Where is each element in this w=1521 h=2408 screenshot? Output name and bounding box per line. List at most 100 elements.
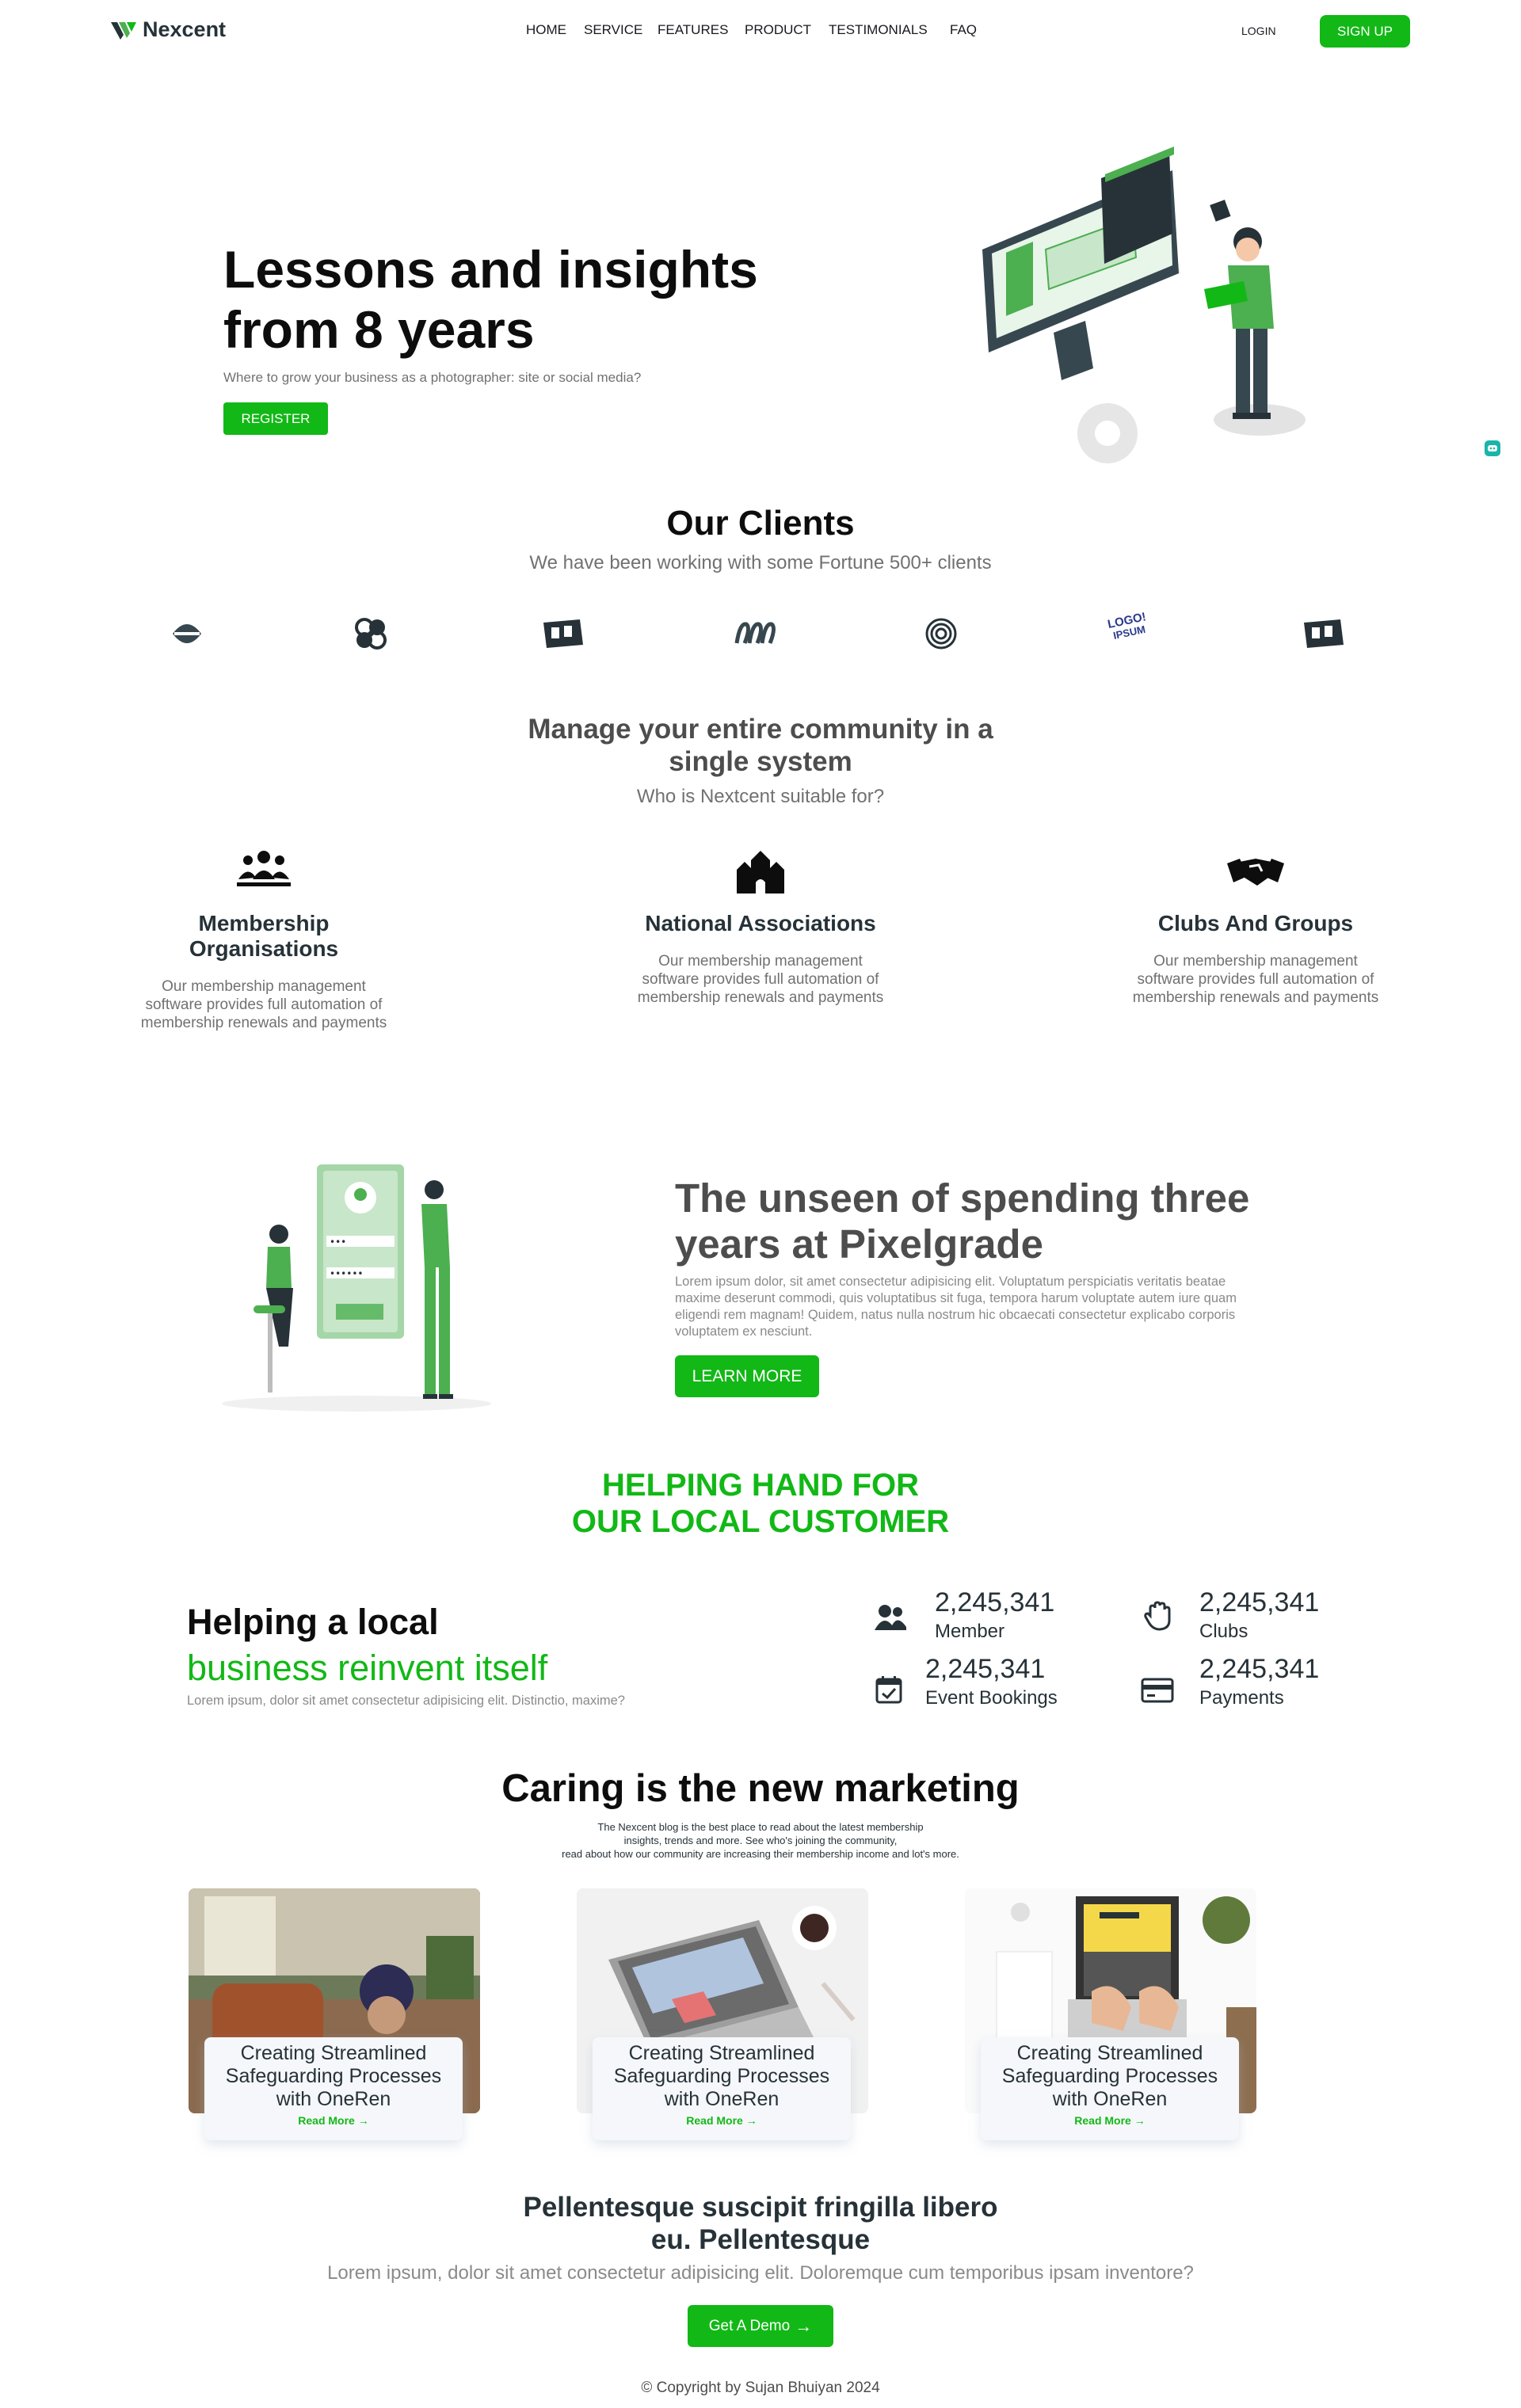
blog-intro-line1: The Nexcent blog is the best place to re… [597, 1821, 924, 1833]
community-subtitle: Who is Nextcent suitable for? [636, 786, 885, 807]
read-more-label: Read More [1074, 2114, 1131, 2127]
members-icon [875, 1605, 906, 1630]
blog-card-title-line2: Safeguarding Processes [225, 2065, 442, 2087]
community-title-line2: single system [669, 746, 852, 777]
client-logo-7-icon [1304, 619, 1344, 648]
nav-home[interactable]: HOME [526, 22, 566, 38]
clients-subtitle: We have been working with some Fortune 5… [529, 552, 992, 573]
blog-card-title-line3: with OneRen [664, 2088, 780, 2110]
card-text-line3: membership renewals and payments [637, 989, 884, 1006]
blog-card[interactable]: Creating Streamlined Safeguarding Proces… [204, 2037, 463, 2140]
chat-widget-button[interactable] [1485, 440, 1500, 456]
stat-value: 2,245,341 [1199, 1587, 1320, 1617]
nexcent-logo-icon [111, 21, 136, 40]
community-card: Clubs And Groups Our membership manageme… [1109, 848, 1402, 1007]
stat-value: 2,245,341 [935, 1587, 1055, 1617]
arrow-right-icon: → [1134, 2114, 1146, 2127]
stat-label: Clubs [1199, 1621, 1248, 1642]
get-demo-button[interactable]: Get A Demo → [688, 2305, 833, 2347]
unseen-illustration: ••• •••••• [222, 1164, 491, 1412]
read-more-link[interactable]: Read More → [204, 2114, 463, 2127]
card-text-line2: software provides full automation of [145, 996, 383, 1013]
blog-card-title-line2: Safeguarding Processes [613, 2065, 830, 2087]
get-demo-label: Get A Demo [708, 2317, 791, 2334]
copyright-icon: © [641, 2379, 653, 2396]
cta-title-line2: eu. Pellentesque [650, 2224, 871, 2255]
blog-intro-line3: read about how our community are increas… [562, 1848, 959, 1860]
card-text-line3: membership renewals and payments [140, 1015, 387, 1031]
unseen-title: The unseen of spending three years at Pi… [675, 1175, 1249, 1267]
arrow-right-icon: → [795, 2315, 813, 2336]
nav-faq[interactable]: FAQ [950, 22, 977, 38]
stat-value: 2,245,341 [1199, 1654, 1320, 1684]
card-title-line1: National Associations [645, 911, 876, 935]
clients-title: Our Clients [666, 504, 855, 543]
read-more-link[interactable]: Read More → [981, 2114, 1239, 2127]
learn-more-button[interactable]: LEARN MORE [675, 1355, 819, 1397]
blog-card-title-line1: Creating Streamlined [1016, 2042, 1203, 2064]
nav-testimonials[interactable]: TESTIMONIALS [829, 22, 928, 38]
stat-label: Member [935, 1621, 1005, 1642]
community-title-line1: Manage your entire community in a [528, 714, 993, 745]
blog-card-title-line1: Creating Streamlined [240, 2042, 427, 2064]
blog-card[interactable]: Creating Streamlined Safeguarding Proces… [593, 2037, 851, 2140]
blog-card-title-line3: with OneRen [1052, 2088, 1168, 2110]
read-more-label: Read More [298, 2114, 355, 2127]
register-button[interactable]: REGISTER [223, 402, 328, 435]
unseen-title-line2: years at Pixelgrade [675, 1221, 1043, 1267]
blog-intro: The Nexcent blog is the best place to re… [0, 1820, 1521, 1861]
client-logo-3-icon [543, 619, 583, 648]
card-title-line1: Membership [198, 911, 330, 935]
client-logo-4-icon [734, 622, 776, 644]
hero-title-line1: Lessons and insights [223, 240, 758, 299]
card-text-line1: Our membership management [162, 978, 366, 995]
brand-logo[interactable]: Nexcent [109, 17, 226, 42]
people-group-icon [237, 851, 291, 886]
calendar-check-icon [875, 1676, 902, 1704]
login-link[interactable]: LOGIN [1241, 25, 1276, 37]
signup-button[interactable]: SIGN UP [1320, 15, 1410, 48]
card-title-line2: Organisations [189, 936, 339, 961]
payment-card-icon [1141, 1678, 1174, 1703]
brand-name: Nexcent [143, 17, 227, 41]
chat-bot-icon [1488, 445, 1497, 452]
arrow-right-icon: → [357, 2114, 369, 2127]
helping-title-line2: OUR LOCAL CUSTOMER [571, 1504, 950, 1539]
card-text-line2: software provides full automation of [642, 971, 879, 988]
unseen-text-line4: voluptatem ex nesciunt. [675, 1324, 813, 1339]
nav-features[interactable]: FEATURES [658, 22, 728, 38]
footer: © Copyright by Sujan Bhuiyan 2024 [0, 2379, 1521, 2397]
card-text-line2: software provides full automation of [1137, 971, 1374, 988]
stat-label: Event Bookings [925, 1687, 1058, 1709]
client-logo-1-icon [173, 624, 201, 643]
hero-illustration [982, 147, 1306, 463]
svg-text:•••: ••• [330, 1236, 346, 1248]
arrow-right-icon: → [745, 2114, 757, 2127]
community-card: Membership Organisations Our membership … [117, 848, 410, 1032]
read-more-link[interactable]: Read More → [593, 2114, 851, 2127]
client-logo-5-icon [925, 618, 957, 650]
client-logo-6-icon: LOGO! IPSUM [1103, 610, 1154, 643]
blog-card[interactable]: Creating Streamlined Safeguarding Proces… [981, 2037, 1239, 2140]
card-text-line1: Our membership management [1153, 953, 1358, 970]
stats-title-line2: business reinvent itself [187, 1648, 548, 1688]
blog-title: Caring is the new marketing [501, 1767, 1020, 1810]
nav-product[interactable]: PRODUCT [745, 22, 811, 38]
client-logo-2-icon [355, 618, 387, 650]
blog-intro-line2: insights, trends and more. See who's joi… [623, 1835, 898, 1846]
cta-title: Pellentesque suscipit fringilla libero e… [0, 2191, 1521, 2256]
stats-title-line1: Helping a local [187, 1602, 439, 1642]
unseen-title-line1: The unseen of spending three [675, 1175, 1250, 1221]
handshake-icon [1227, 859, 1284, 886]
unseen-text-line1: Lorem ipsum dolor, sit amet consectetur … [675, 1274, 1226, 1289]
unseen-text-line3: eligendi rem magnam! Quidem, natus nulla… [675, 1308, 1236, 1322]
blog-card-title-line2: Safeguarding Processes [1001, 2065, 1218, 2087]
card-text-line3: membership renewals and payments [1132, 989, 1379, 1006]
svg-text:••••••: •••••• [330, 1268, 363, 1279]
card-text-line1: Our membership management [658, 953, 863, 970]
blog-card-title-line1: Creating Streamlined [628, 2042, 815, 2064]
stats-subtitle: Lorem ipsum, dolor sit amet consectetur … [187, 1694, 625, 1708]
nav-service[interactable]: SERVICE [584, 22, 642, 38]
helping-title-line1: HELPING HAND FOR [602, 1468, 919, 1503]
helping-title: HELPING HAND FOR OUR LOCAL CUSTOMER [0, 1467, 1521, 1540]
